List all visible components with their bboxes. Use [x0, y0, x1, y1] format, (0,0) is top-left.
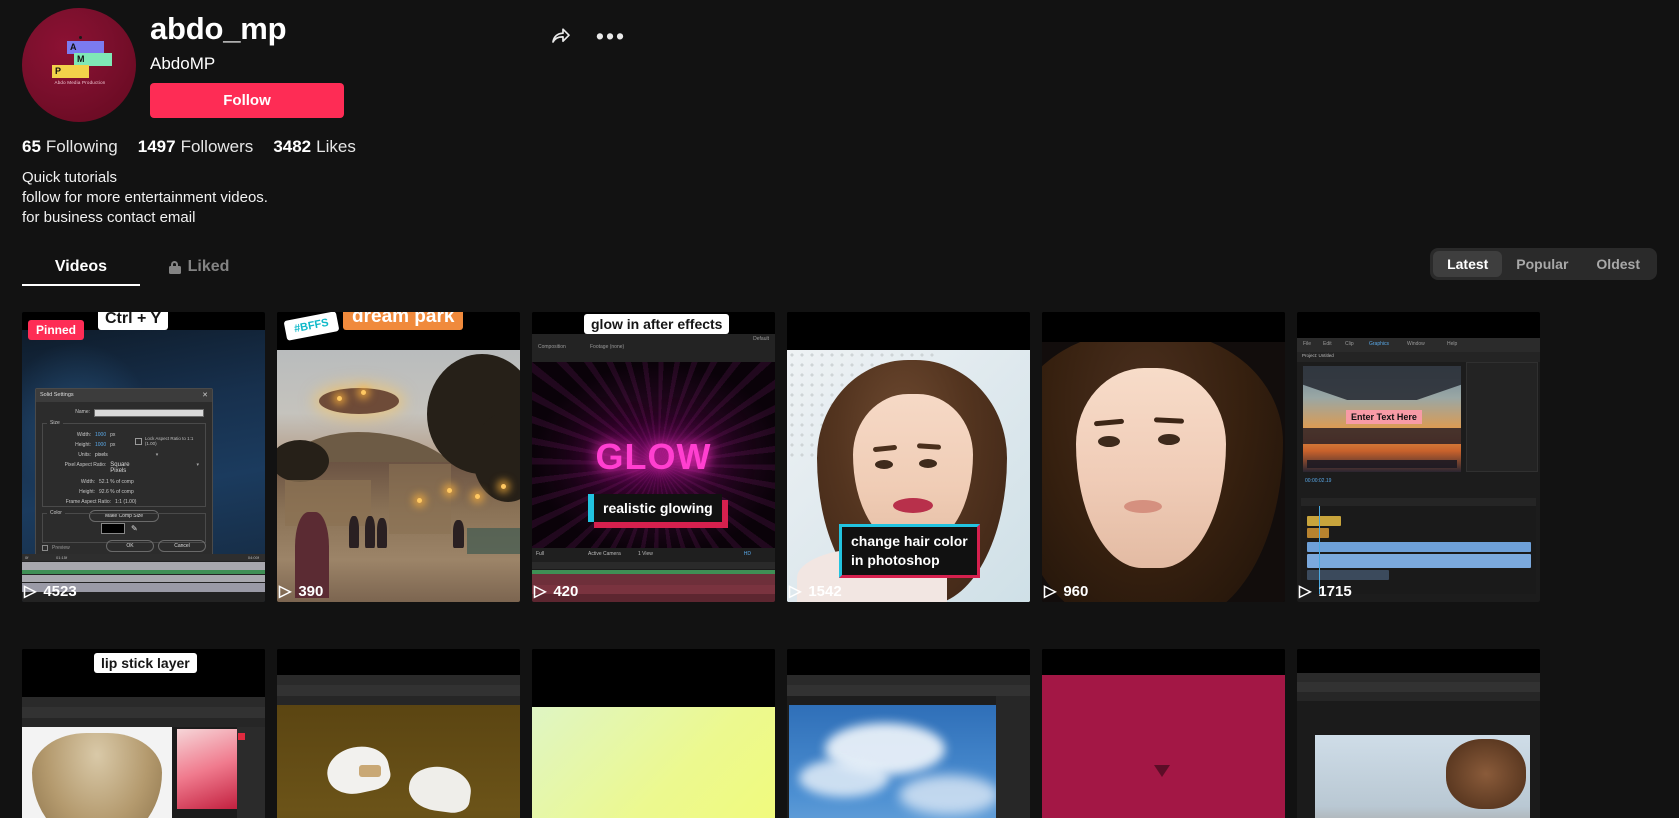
video-thumbnail[interactable] — [1042, 649, 1285, 818]
video-view-count: ▷ 960 — [1044, 583, 1088, 600]
video-card[interactable]: #BFFS dream park ▷ 390 — [277, 312, 520, 636]
play-icon: ▷ — [534, 582, 547, 600]
video-card[interactable]: ▷ 960 — [1042, 312, 1285, 636]
avatar-letter-p: P — [55, 66, 62, 76]
video-thumbnail[interactable]: #BFFS dream park ▷ 390 — [277, 312, 520, 602]
video-overlay-label: realistic glowing — [588, 494, 722, 522]
view-count-value: 4523 — [43, 583, 77, 600]
play-icon: ▷ — [24, 582, 37, 600]
video-card[interactable] — [532, 649, 775, 818]
header-actions: ••• — [543, 18, 629, 54]
video-caption: lip stick layer — [94, 653, 197, 673]
sort-oldest-button[interactable]: Oldest — [1582, 251, 1654, 277]
video-thumbnail[interactable]: change hair color in photoshop ▷ 1542 — [787, 312, 1030, 602]
avatar-logo-dot — [79, 36, 82, 39]
video-caption: dream park — [343, 312, 464, 330]
video-view-count: ▷ 390 — [279, 583, 323, 600]
video-overlay-label: change hair color in photoshop — [839, 524, 980, 578]
video-thumbnail[interactable] — [787, 649, 1030, 818]
video-card[interactable] — [277, 649, 520, 818]
video-card[interactable]: File Edit Clip Graphics Window Help Proj… — [1297, 312, 1540, 636]
tabs-bar: Videos Liked Latest Popular Oldest — [22, 248, 1657, 288]
stat-likes-count: 3482 — [273, 137, 312, 156]
more-options-glyph: ••• — [595, 23, 627, 49]
stat-following[interactable]: 65 Following — [22, 137, 118, 157]
profile-bio: Quick tutorials follow for more entertai… — [22, 168, 268, 228]
play-icon: ▷ — [1044, 582, 1057, 600]
solid-settings-dialog: Solid Settings ✕ Name: Size Width: 1000 px … — [35, 388, 213, 556]
stat-followers[interactable]: 1497 Followers — [138, 137, 254, 157]
tab-list: Videos Liked — [22, 248, 1657, 286]
bio-line-1: Quick tutorials — [22, 169, 118, 186]
tab-liked[interactable]: Liked — [140, 248, 258, 286]
profile-nickname: AbdoMP — [150, 54, 216, 73]
play-icon: ▷ — [1299, 582, 1312, 600]
stat-followers-label: Followers — [180, 137, 254, 156]
glow-overlay-word: GLOW — [595, 436, 712, 478]
play-icon: ▷ — [279, 582, 292, 600]
name-block: abdo_mp AbdoMP — [150, 10, 287, 76]
pinned-badge: Pinned — [28, 320, 85, 340]
stat-following-label: Following — [45, 137, 118, 156]
video-thumbnail[interactable]: Composition Footage (none) Default GLOW … — [532, 312, 775, 602]
sort-latest-button[interactable]: Latest — [1433, 251, 1503, 277]
video-card[interactable] — [1042, 649, 1285, 818]
tab-liked-label: Liked — [187, 258, 230, 275]
avatar[interactable]: A M P Abdo Media Production — [22, 8, 136, 122]
stat-followers-count: 1497 — [137, 137, 176, 156]
more-options-icon[interactable]: ••• — [593, 18, 629, 54]
view-count-value: 1715 — [1318, 583, 1352, 600]
view-count-value: 390 — [298, 583, 324, 600]
video-overlay-label: Enter Text Here — [1346, 410, 1422, 424]
stat-likes-label: Likes — [316, 137, 356, 156]
view-count-value: 1542 — [808, 583, 842, 600]
bio-line-2: follow for more entertainment videos. — [22, 189, 268, 206]
video-caption: Ctrl + Y — [98, 312, 169, 330]
page-title: abdo_mp — [150, 11, 287, 46]
video-view-count: ▷ 4523 — [24, 583, 77, 600]
video-thumbnail[interactable]: ▷ 960 — [1042, 312, 1285, 602]
video-grid: Solid Settings ✕ Name: Size Width: 1000 px … — [22, 312, 1659, 818]
video-card[interactable]: lip stick layer — [22, 649, 265, 818]
avatar-logo-bar-p: P — [52, 65, 89, 78]
sort-control: Latest Popular Oldest — [1430, 248, 1657, 280]
tab-videos-label: Videos — [54, 258, 108, 275]
view-count-value: 960 — [1063, 583, 1089, 600]
play-icon: ▷ — [789, 582, 802, 600]
video-view-count: ▷ 420 — [534, 583, 578, 600]
avatar-caption: Abdo Media Production — [54, 80, 106, 85]
video-thumbnail[interactable]: Solid Settings ✕ Name: Size Width: 1000 px … — [22, 312, 265, 602]
video-card[interactable]: Composition Footage (none) Default GLOW … — [532, 312, 775, 636]
video-thumbnail[interactable]: File Edit Clip Graphics Window Help Proj… — [1297, 312, 1540, 602]
video-card[interactable]: Solid Settings ✕ Name: Size Width: 1000 px … — [22, 312, 265, 636]
overlay-line-2: in photoshop — [851, 552, 940, 568]
video-caption: glow in after effects — [584, 314, 730, 334]
video-view-count: ▷ 1542 — [789, 583, 842, 600]
avatar-logo: A M P Abdo Media Production — [22, 8, 136, 122]
video-thumbnail[interactable] — [1297, 649, 1540, 818]
video-card[interactable]: change hair color in photoshop ▷ 1542 — [787, 312, 1030, 636]
overlay-line-1: change hair color — [851, 533, 968, 549]
share-arrow-icon[interactable] — [543, 18, 579, 54]
profile-stats: 65 Following 1497 Followers 3482 Likes — [22, 137, 356, 157]
sort-popular-button[interactable]: Popular — [1502, 251, 1582, 277]
video-thumbnail[interactable] — [532, 649, 775, 818]
video-card[interactable] — [1297, 649, 1540, 818]
lock-icon — [168, 260, 181, 274]
stat-following-count: 65 — [22, 137, 41, 156]
video-view-count: ▷ 1715 — [1299, 583, 1352, 600]
follow-button[interactable]: Follow — [150, 83, 344, 118]
video-thumbnail[interactable] — [277, 649, 520, 818]
stat-likes: 3482 Likes — [273, 137, 356, 157]
bio-line-3: for business contact email — [22, 209, 196, 226]
tiktok-profile-page: A M P Abdo Media Production abdo_mp Abdo… — [0, 0, 1679, 818]
video-card[interactable] — [787, 649, 1030, 818]
view-count-value: 420 — [553, 583, 579, 600]
video-thumbnail[interactable]: lip stick layer — [22, 649, 265, 818]
tab-videos[interactable]: Videos — [22, 248, 140, 286]
